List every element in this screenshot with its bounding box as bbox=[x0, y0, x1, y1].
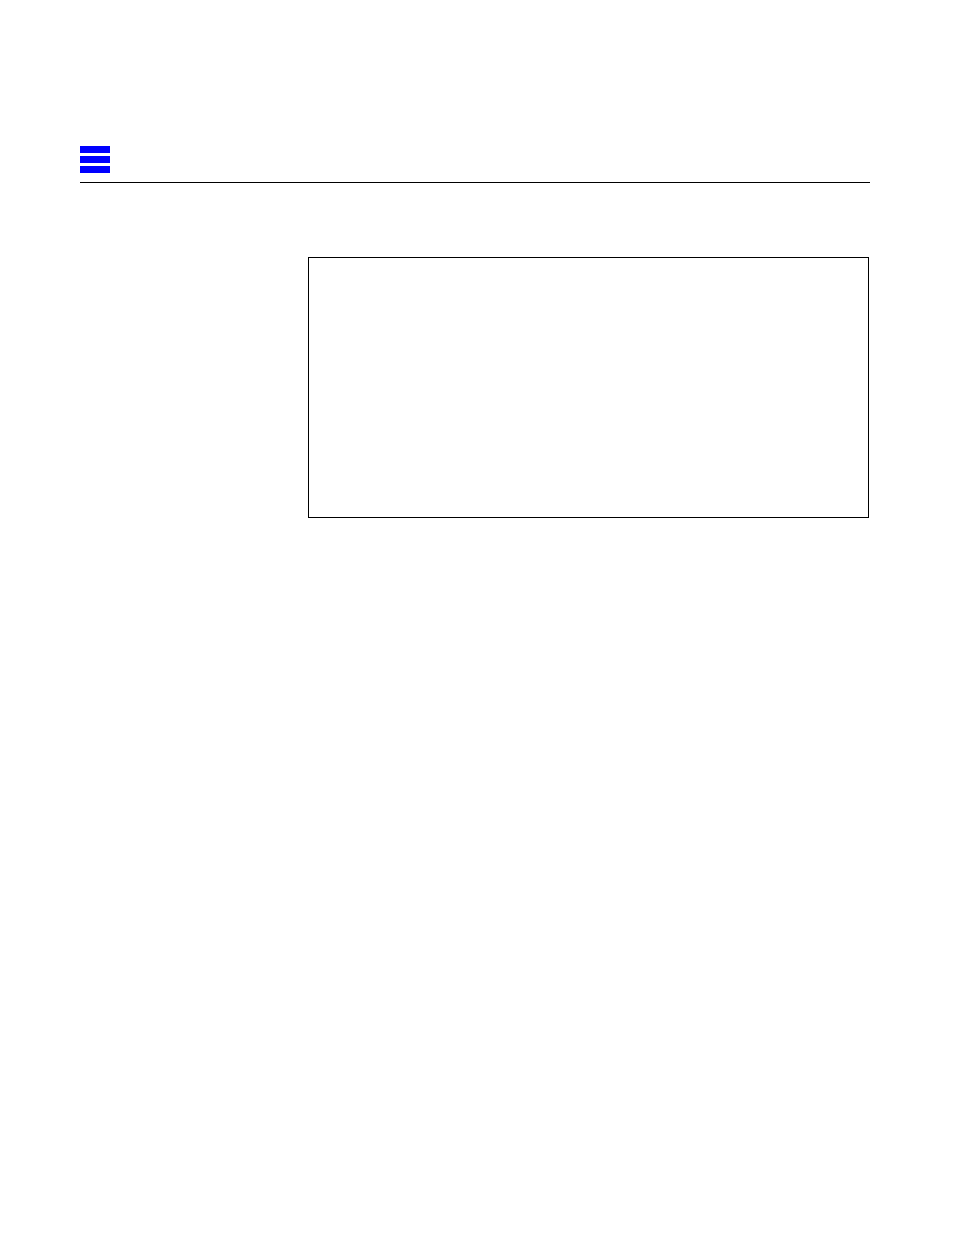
header-divider bbox=[80, 182, 870, 183]
document-page bbox=[0, 0, 954, 1235]
menu-bars-icon bbox=[80, 146, 110, 174]
content-frame bbox=[308, 257, 869, 518]
